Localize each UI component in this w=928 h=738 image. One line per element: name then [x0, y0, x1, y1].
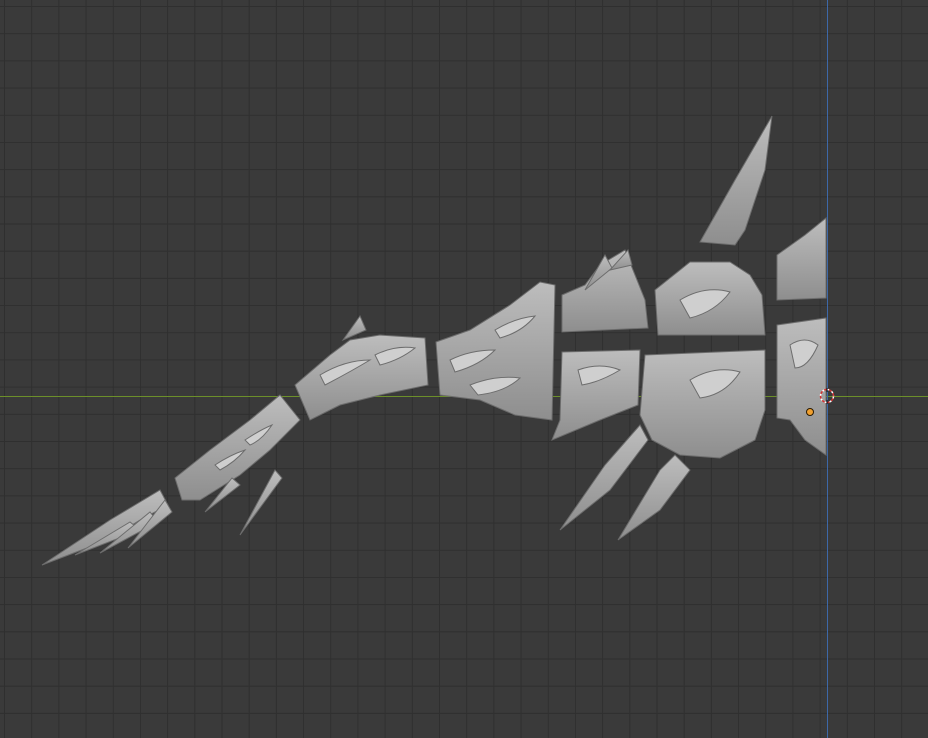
- 3d-viewport[interactable]: [0, 0, 928, 738]
- tail-segment-5: [561, 248, 649, 333]
- base-segment: [776, 216, 827, 456]
- object-origin-icon[interactable]: [806, 408, 814, 416]
- tail-segment-4: [435, 281, 556, 421]
- 3d-cursor-icon[interactable]: [819, 388, 835, 404]
- tail-segment-3: [294, 314, 429, 421]
- tail-segment-2: [174, 394, 301, 536]
- sculpted-tail-mesh[interactable]: [0, 0, 928, 738]
- tail-tip-segment: [41, 489, 173, 566]
- tail-segment-5-lower: [551, 349, 641, 441]
